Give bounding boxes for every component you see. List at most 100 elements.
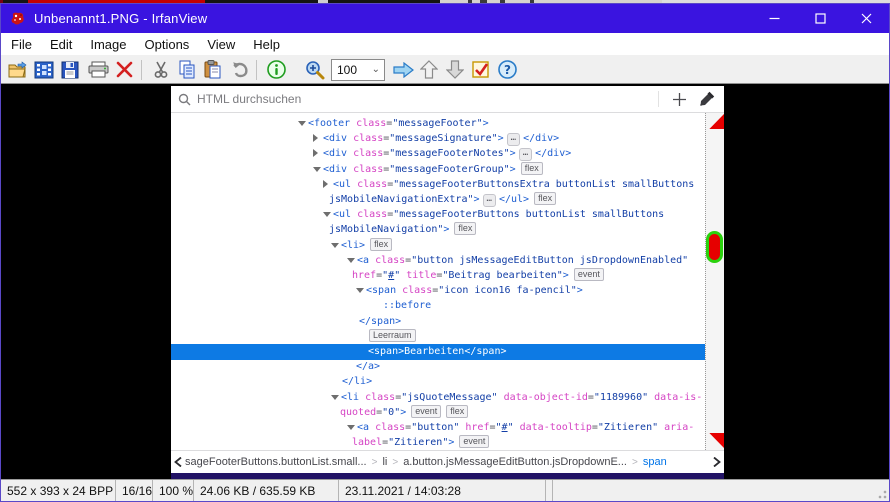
- breadcrumb-separator-icon: >: [392, 457, 398, 468]
- minimize-button[interactable]: [751, 4, 797, 33]
- breadcrumb-item[interactable]: sageFooterButtons.buttonList.small...: [185, 456, 367, 468]
- breadcrumb-item[interactable]: a.button.jsMessageEditButton.jsDropdownE…: [403, 456, 627, 468]
- breadcrumb-scroll-right-icon[interactable]: [710, 451, 724, 473]
- collapse-arrow-icon[interactable]: [356, 288, 364, 293]
- dom-tree-node[interactable]: <ul class="messageFooterButtons buttonLi…: [171, 207, 705, 223]
- code-t: <ul: [333, 209, 357, 220]
- arrow-up-icon[interactable]: [417, 58, 441, 82]
- code-an: class: [353, 133, 383, 144]
- collapse-arrow-icon[interactable]: [331, 395, 339, 400]
- svg-text:?: ?: [504, 63, 511, 77]
- resize-grip[interactable]: [875, 487, 887, 499]
- toolbar-separator: [658, 91, 659, 107]
- breadcrumb-scroll-left-icon[interactable]: [171, 451, 185, 473]
- dom-tree-node[interactable]: <footer class="messageFooter">: [171, 116, 705, 132]
- delete-icon[interactable]: [112, 58, 136, 82]
- zoom-level-combobox[interactable]: 100 ⌄: [331, 59, 385, 81]
- search-input[interactable]: HTML durchsuchen: [197, 92, 301, 106]
- code-t: <span>: [368, 346, 404, 357]
- print-icon[interactable]: [86, 58, 110, 82]
- dom-tree-node[interactable]: jsMobileNavigationExtra">…</ul>flex: [171, 192, 705, 208]
- menu-edit[interactable]: Edit: [41, 35, 81, 54]
- badge-flex: flex: [534, 192, 556, 205]
- close-button[interactable]: [843, 4, 889, 33]
- batch-check-icon[interactable]: [469, 58, 493, 82]
- dom-tree-node[interactable]: </span>: [171, 314, 705, 330]
- expand-arrow-icon[interactable]: [313, 134, 318, 142]
- collapsed-content-badge[interactable]: …: [483, 194, 496, 207]
- thumbnails-icon[interactable]: [32, 58, 56, 82]
- chevron-down-icon[interactable]: ⌄: [372, 64, 384, 75]
- zoom-level-value: 100: [332, 63, 372, 77]
- devtools-search-bar[interactable]: HTML durchsuchen: [171, 86, 724, 113]
- eyedropper-icon[interactable]: [699, 91, 715, 107]
- maximize-button[interactable]: [797, 4, 843, 33]
- breadcrumb-item[interactable]: li: [382, 456, 387, 468]
- dom-tree-node[interactable]: href="#" title="Beitrag bearbeiten">even…: [171, 268, 705, 284]
- code-av: ": [508, 422, 520, 433]
- scrollbar-thumb-highlighted[interactable]: [706, 231, 723, 263]
- dom-tree-node[interactable]: </a>: [171, 359, 705, 375]
- collapse-arrow-icon[interactable]: [331, 243, 339, 248]
- code-t: </span>: [464, 346, 506, 357]
- dom-tree-node[interactable]: <a class="button jsMessageEditButton jsD…: [171, 253, 705, 269]
- dom-tree-node[interactable]: </li>: [171, 374, 705, 390]
- menu-image[interactable]: Image: [81, 35, 135, 54]
- code-t: </span>: [359, 316, 401, 327]
- dom-tree-node-selected[interactable]: <span>Bearbeiten</span>: [171, 344, 705, 360]
- breadcrumb-item[interactable]: span: [643, 456, 667, 468]
- badge-flex: flex: [370, 238, 392, 251]
- arrow-right-icon[interactable]: [391, 58, 415, 82]
- expand-arrow-icon[interactable]: [323, 180, 328, 188]
- code-an: class: [357, 179, 387, 190]
- code-an: class: [353, 148, 383, 159]
- status-cell: 100 %: [153, 480, 194, 501]
- breadcrumb-separator-icon: >: [372, 457, 378, 468]
- undo-icon[interactable]: [227, 58, 251, 82]
- dom-tree-node[interactable]: ::before: [171, 298, 705, 314]
- menu-view[interactable]: View: [198, 35, 244, 54]
- irfanview-logo-icon: [10, 11, 26, 27]
- menu-file[interactable]: File: [2, 35, 41, 54]
- paste-icon[interactable]: [201, 58, 225, 82]
- menu-options[interactable]: Options: [136, 35, 199, 54]
- dom-tree-node[interactable]: label="Zitieren">event: [171, 435, 705, 450]
- collapse-arrow-icon[interactable]: [313, 167, 321, 172]
- add-node-icon[interactable]: [672, 92, 687, 107]
- dom-tree-node[interactable]: <div class="messageFooterNotes">…</div>: [171, 146, 705, 162]
- open-folder-icon[interactable]: [6, 58, 30, 82]
- collapsed-content-badge[interactable]: …: [519, 148, 532, 161]
- code-t: <footer: [308, 118, 356, 129]
- save-icon[interactable]: [58, 58, 82, 82]
- dom-tree-node[interactable]: <div class="messageSignature">…</div>: [171, 131, 705, 147]
- dom-tree-node[interactable]: <span class="icon icon16 fa-pencil">: [171, 283, 705, 299]
- code-an: data-is-: [654, 392, 702, 403]
- dom-tree-node[interactable]: <li>flex: [171, 238, 705, 254]
- collapse-arrow-icon[interactable]: [347, 258, 355, 263]
- dom-tree-node[interactable]: Leerraum: [171, 329, 705, 345]
- code-an: class: [357, 209, 387, 220]
- title-bar[interactable]: Unbenannt1.PNG - IrfanView: [1, 4, 889, 33]
- expand-arrow-icon[interactable]: [313, 149, 318, 157]
- arrow-down-icon[interactable]: [443, 58, 467, 82]
- dom-tree-node[interactable]: jsMobileNavigation">flex: [171, 222, 705, 238]
- dom-tree-node[interactable]: <ul class="messageFooterButtonsExtra but…: [171, 177, 705, 193]
- dom-tree-node[interactable]: <div class="messageFooterGroup">flex: [171, 162, 705, 178]
- devtools-scrollbar[interactable]: [705, 113, 724, 450]
- help-icon[interactable]: ?: [495, 58, 519, 82]
- collapsed-content-badge[interactable]: …: [507, 133, 520, 146]
- info-icon[interactable]: [264, 58, 288, 82]
- collapse-arrow-icon[interactable]: [347, 425, 355, 430]
- menu-help[interactable]: Help: [244, 35, 289, 54]
- status-cell: 24.06 KB / 635.59 KB: [194, 480, 339, 501]
- collapse-arrow-icon[interactable]: [323, 212, 331, 217]
- zoom-icon[interactable]: [303, 58, 327, 82]
- dom-tree-node[interactable]: <li class="jsQuoteMessage" data-object-i…: [171, 390, 705, 406]
- dom-tree-node[interactable]: quoted="0">eventflex: [171, 405, 705, 421]
- dom-tree-node[interactable]: <a class="button" href="#" data-tooltip=…: [171, 420, 705, 436]
- copy-icon[interactable]: [175, 58, 199, 82]
- image-canvas[interactable]: HTML durchsuchen <footer class="messageF…: [1, 84, 889, 479]
- cut-icon[interactable]: [149, 58, 173, 82]
- collapse-arrow-icon[interactable]: [298, 121, 306, 126]
- menu-bar: FileEditImageOptionsViewHelp: [1, 33, 889, 56]
